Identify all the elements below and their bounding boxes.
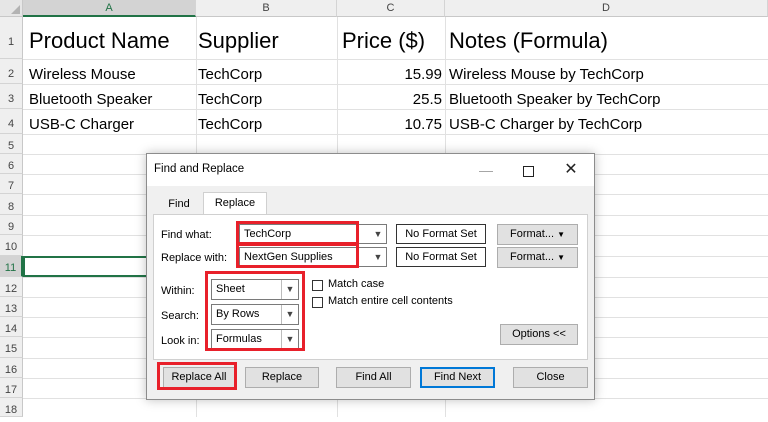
row-header-9[interactable]: 9 — [0, 215, 23, 235]
look-in-label: Look in: — [161, 335, 200, 347]
dropdown-arrow-icon: ▼ — [281, 280, 298, 299]
row-header-5[interactable]: 5 — [0, 134, 23, 154]
row-header-11[interactable]: 11 — [0, 256, 23, 277]
cell-c4[interactable]: 10.75 — [337, 113, 442, 137]
close-button[interactable]: Close — [513, 367, 588, 388]
dropdown-arrow-icon: ▼ — [557, 230, 565, 239]
cell-a3[interactable]: Bluetooth Speaker — [29, 88, 152, 112]
tab-replace[interactable]: Replace — [203, 192, 267, 216]
replace-with-input[interactable]: NextGen Supplies — [239, 247, 372, 267]
replace-button[interactable]: Replace — [245, 367, 319, 388]
row-header-10[interactable]: 10 — [0, 235, 23, 256]
look-in-value: Formulas — [216, 333, 262, 345]
tab-replace-label: Replace — [214, 197, 256, 209]
row-header-13[interactable]: 13 — [0, 297, 23, 317]
column-header-c[interactable]: C — [337, 0, 445, 17]
dialog-title: Find and Replace — [154, 163, 245, 175]
column-header-d[interactable]: D — [445, 0, 768, 17]
find-replace-dialog: Find and Replace — ✕ Find Replace Find w… — [146, 153, 595, 400]
replace-with-label: Replace with: — [161, 252, 228, 264]
cell-c2[interactable]: 15.99 — [337, 63, 442, 87]
replace-with-dropdown[interactable]: ▼ — [370, 247, 387, 267]
cell-a2[interactable]: Wireless Mouse — [29, 63, 136, 87]
row-header-16[interactable]: 16 — [0, 358, 23, 378]
cell-b3[interactable]: TechCorp — [198, 88, 262, 112]
match-case-label: Match case — [328, 278, 385, 290]
row-header-3[interactable]: 3 — [0, 84, 23, 109]
dropdown-arrow-icon: ▼ — [281, 305, 298, 324]
grid-line — [23, 59, 768, 60]
search-label: Search: — [161, 310, 199, 322]
row-header-12[interactable]: 12 — [0, 277, 23, 297]
search-value: By Rows — [216, 308, 260, 320]
dropdown-arrow-icon: ▼ — [373, 229, 383, 239]
replace-format-label: Format... — [510, 251, 555, 263]
row-header-8[interactable]: 8 — [0, 194, 23, 215]
select-all-icon — [11, 5, 20, 14]
cell-a1[interactable]: Product Name — [29, 23, 170, 59]
cell-b4[interactable]: TechCorp — [198, 113, 262, 137]
find-format-button[interactable]: Format... ▼ — [497, 224, 578, 245]
maximize-icon[interactable] — [509, 154, 547, 186]
tab-find[interactable]: Find — [159, 194, 199, 214]
find-what-label: Find what: — [161, 229, 212, 241]
match-entire-checkbox[interactable] — [312, 297, 323, 308]
find-all-button[interactable]: Find All — [336, 367, 411, 388]
cell-a4[interactable]: USB-C Charger — [29, 113, 134, 137]
within-value: Sheet — [216, 283, 245, 295]
find-what-dropdown[interactable]: ▼ — [370, 224, 387, 244]
cell-d2[interactable]: Wireless Mouse by TechCorp — [449, 63, 644, 87]
row-header-6[interactable]: 6 — [0, 154, 23, 174]
minimize-icon: — — [479, 162, 493, 178]
tab-find-label: Find — [168, 198, 190, 210]
within-select[interactable]: Sheet ▼ — [211, 279, 299, 300]
find-next-button[interactable]: Find Next — [420, 367, 495, 388]
replace-format-preview: No Format Set — [396, 247, 486, 267]
match-case-checkbox[interactable] — [312, 280, 323, 291]
cell-c3[interactable]: 25.5 — [337, 88, 442, 112]
row-header-18[interactable]: 18 — [0, 398, 23, 417]
dropdown-arrow-icon: ▼ — [557, 253, 565, 262]
column-header-a[interactable]: A — [23, 0, 196, 17]
cell-c1[interactable]: Price ($) — [342, 23, 425, 59]
cell-d3[interactable]: Bluetooth Speaker by TechCorp — [449, 88, 661, 112]
within-label: Within: — [161, 285, 195, 297]
options-button[interactable]: Options << — [500, 324, 578, 345]
dialog-titlebar[interactable]: Find and Replace — ✕ — [147, 154, 594, 186]
row-header-14[interactable]: 14 — [0, 317, 23, 337]
cell-b1[interactable]: Supplier — [198, 23, 279, 59]
find-format-label: Format... — [510, 228, 555, 240]
select-all-corner[interactable] — [0, 0, 23, 17]
search-select[interactable]: By Rows ▼ — [211, 304, 299, 325]
row-header-17[interactable]: 17 — [0, 378, 23, 398]
cell-d4[interactable]: USB-C Charger by TechCorp — [449, 113, 642, 137]
replace-format-button[interactable]: Format... ▼ — [497, 247, 578, 268]
close-icon[interactable]: ✕ — [552, 154, 590, 186]
look-in-select[interactable]: Formulas ▼ — [211, 329, 299, 350]
dropdown-arrow-icon: ▼ — [281, 330, 298, 349]
cell-d1[interactable]: Notes (Formula) — [449, 23, 608, 59]
find-what-input[interactable]: TechCorp — [239, 224, 372, 244]
row-header-2[interactable]: 2 — [0, 59, 23, 84]
match-entire-label: Match entire cell contents — [328, 295, 453, 307]
find-format-preview: No Format Set — [396, 224, 486, 244]
replace-all-button[interactable]: Replace All — [163, 367, 235, 388]
dropdown-arrow-icon: ▼ — [373, 252, 383, 262]
row-header-7[interactable]: 7 — [0, 174, 23, 194]
row-header-4[interactable]: 4 — [0, 109, 23, 134]
row-header-1[interactable]: 1 — [0, 17, 23, 59]
column-header-b[interactable]: B — [196, 0, 337, 17]
cell-b2[interactable]: TechCorp — [198, 63, 262, 87]
row-header-15[interactable]: 15 — [0, 337, 23, 358]
